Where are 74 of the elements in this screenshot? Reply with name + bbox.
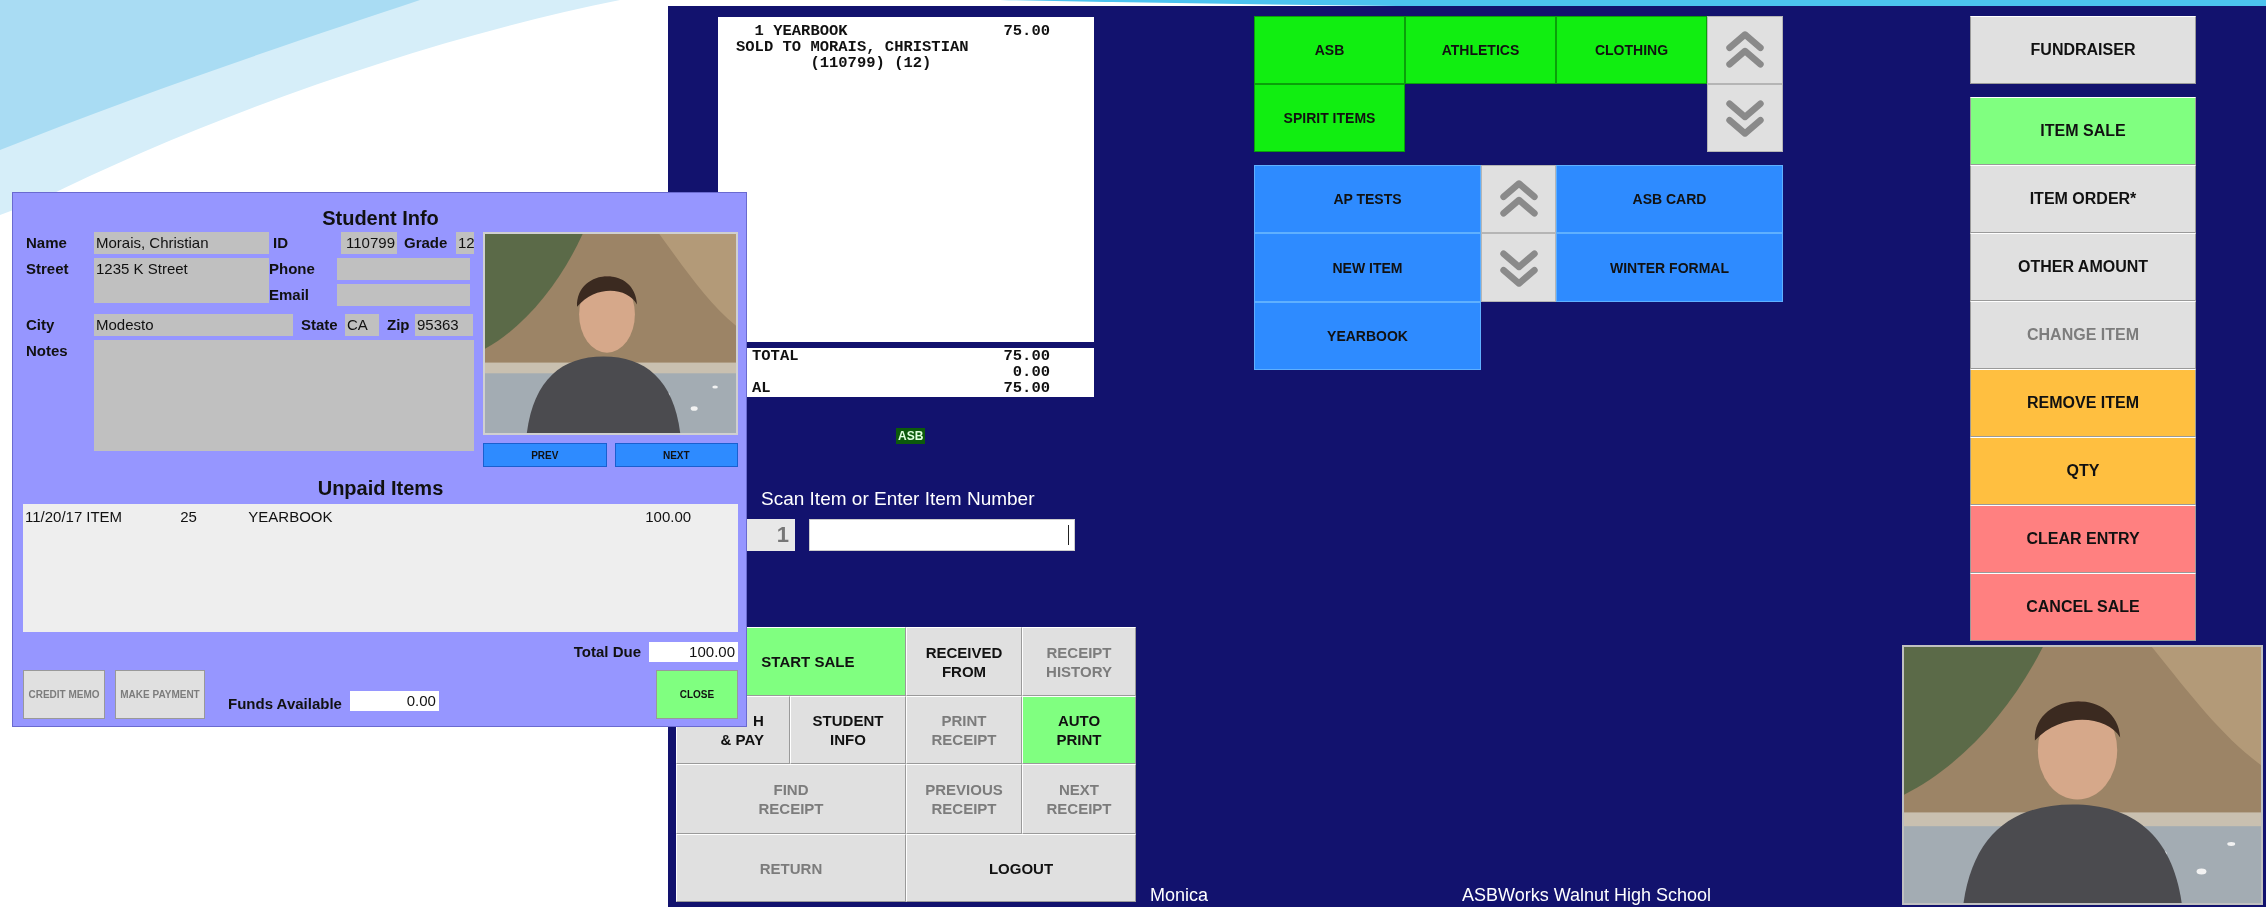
- item-type: ITEM: [86, 508, 124, 525]
- mode-button[interactable]: FUNDRAISER: [1970, 16, 2196, 84]
- scroll-down-button[interactable]: [1481, 233, 1556, 302]
- receipt-line: 1 YEARBOOK: [753, 23, 848, 39]
- phone-field[interactable]: [337, 258, 470, 280]
- receipt-line: (110799) (12): [809, 55, 932, 71]
- register-button[interactable]: STUDENT INFO: [790, 696, 906, 764]
- field-label: Street: [26, 259, 70, 279]
- total-label: TOTAL: [752, 348, 799, 364]
- category-button[interactable]: ASB: [1254, 16, 1405, 84]
- item-button[interactable]: YEARBOOK: [1254, 302, 1481, 370]
- item-amount: 100.00: [645, 508, 692, 525]
- scroll-up-button[interactable]: [1707, 16, 1783, 84]
- register-button[interactable]: RECEIVED FROM: [906, 627, 1022, 696]
- zip-field[interactable]: 95363: [415, 314, 473, 336]
- item-number-field[interactable]: [809, 519, 1075, 551]
- state-field[interactable]: CA: [345, 314, 379, 336]
- total-due-field: 100.00: [649, 642, 738, 662]
- name-field[interactable]: Morais, Christian: [94, 232, 269, 254]
- action-button[interactable]: REMOVE ITEM: [1970, 369, 2196, 437]
- action-button[interactable]: CANCEL SALE: [1970, 573, 2196, 641]
- item-button[interactable]: AP TESTS: [1254, 165, 1481, 233]
- field-label: Grade: [404, 233, 449, 253]
- total-amount: 75.00: [1003, 380, 1050, 396]
- action-button[interactable]: OTHER AMOUNT: [1970, 233, 2196, 301]
- field-label: ID: [273, 233, 289, 253]
- field-label: Notes: [26, 341, 69, 361]
- funds-label: Funds Available: [228, 694, 342, 714]
- total-amount: 0.00: [1012, 364, 1050, 380]
- notes-field[interactable]: [94, 340, 474, 451]
- item-description: YEARBOOK: [248, 508, 334, 525]
- photo-nav-button[interactable]: NEXT: [614, 443, 738, 467]
- total-label: AL: [752, 380, 771, 396]
- category-button[interactable]: SPIRIT ITEMS: [1254, 84, 1405, 152]
- field-label: Phone: [269, 259, 316, 279]
- category-badge: ASB: [896, 428, 926, 444]
- scroll-down-button[interactable]: [1707, 84, 1783, 152]
- quantity-field[interactable]: 1: [747, 519, 795, 551]
- school-name: ASBWorks Walnut High School: [1462, 885, 1712, 906]
- action-button[interactable]: ITEM ORDER*: [1970, 165, 2196, 233]
- field-label: Name: [26, 233, 68, 253]
- register-button[interactable]: LOGOUT: [906, 834, 1136, 902]
- scan-label: Scan Item or Enter Item Number: [761, 488, 1036, 510]
- operator-name: Monica: [1150, 885, 1209, 906]
- item-button[interactable]: ASB CARD: [1556, 165, 1783, 233]
- funds-field: 0.00: [349, 691, 439, 711]
- item-quantity: 25: [180, 508, 198, 525]
- item-button[interactable]: NEW ITEM: [1254, 233, 1481, 302]
- receipt-amount: 75.00: [1003, 23, 1050, 39]
- email-field[interactable]: [337, 284, 470, 306]
- city-field[interactable]: Modesto: [94, 314, 293, 336]
- field-label: City: [26, 315, 56, 335]
- scroll-up-button[interactable]: [1481, 165, 1556, 233]
- photo-nav-button[interactable]: PREV: [483, 443, 607, 467]
- dialog-title: Student Info: [321, 207, 440, 229]
- total-amount: 75.00: [1003, 348, 1050, 364]
- grade-field[interactable]: 12: [456, 232, 474, 254]
- receipt-line: SOLD TO MORAIS, CHRISTIAN: [736, 39, 969, 55]
- register-button[interactable]: AUTO PRINT: [1022, 696, 1136, 764]
- item-date: 11/20/17: [25, 508, 83, 525]
- section-title: Unpaid Items: [316, 477, 445, 499]
- item-button[interactable]: WINTER FORMAL: [1556, 233, 1783, 302]
- category-button[interactable]: CLOTHING: [1556, 16, 1707, 84]
- field-label: Email: [269, 285, 311, 305]
- street-field[interactable]: 1235 K Street: [94, 258, 269, 303]
- field-label: Zip: [387, 315, 411, 335]
- action-button[interactable]: CLEAR ENTRY: [1970, 505, 2196, 573]
- action-button[interactable]: QTY: [1970, 437, 2196, 505]
- field-label: State: [301, 315, 339, 335]
- category-button[interactable]: ATHLETICS: [1405, 16, 1556, 84]
- action-button[interactable]: ITEM SALE: [1970, 97, 2196, 165]
- close-button[interactable]: CLOSE: [656, 670, 738, 719]
- total-due-label: Total Due: [573, 642, 641, 662]
- id-field[interactable]: 110799: [341, 232, 397, 254]
